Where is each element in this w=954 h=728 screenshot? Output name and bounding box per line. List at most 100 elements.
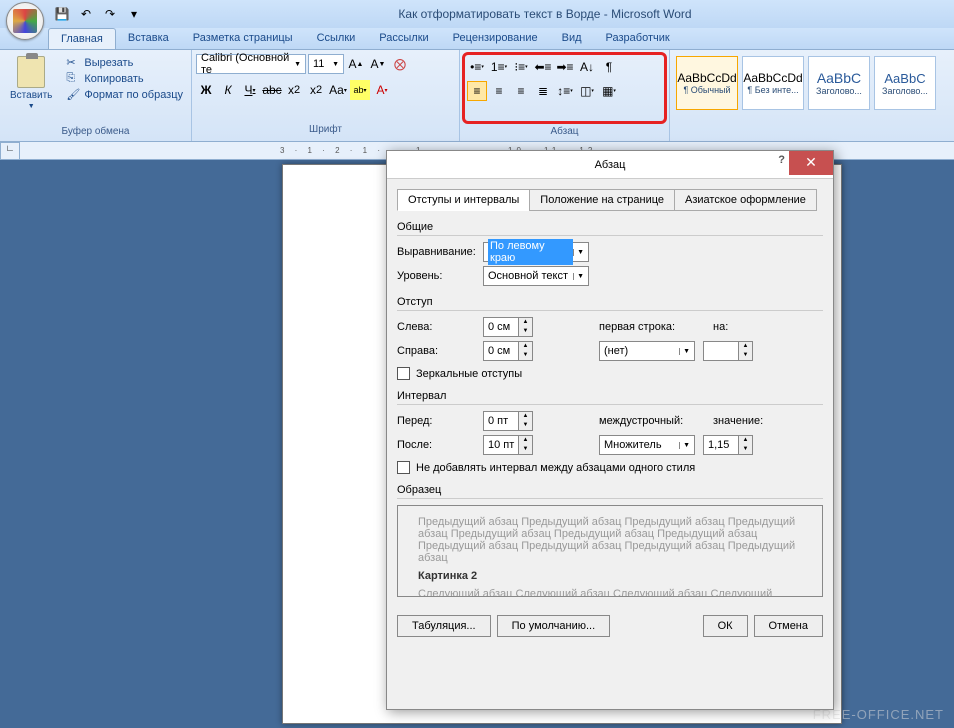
spin-buttons[interactable]: ▲▼ [518,342,532,360]
align-center-button[interactable]: ≡ [489,81,509,101]
font-name-combo[interactable]: Calibri (Основной те▼ [196,54,306,74]
ribbon: Вставить ▼ ✂Вырезать ⎘Копировать 🖌Формат… [0,50,954,142]
office-button[interactable] [6,2,44,40]
style-nospace[interactable]: AaBbCcDd¶ Без инте... [742,56,804,110]
spin-buttons[interactable]: ▲▼ [738,436,752,454]
space-before-spin[interactable]: 0 пт▲▼ [483,411,533,431]
tabs-button[interactable]: Табуляция... [397,615,491,637]
spin-buttons[interactable]: ▲▼ [738,342,752,360]
group-clipboard: Вставить ▼ ✂Вырезать ⎘Копировать 🖌Формат… [0,50,192,141]
strike-button[interactable]: abc [262,80,282,100]
group-paragraph-label: Абзац [462,124,667,139]
tab-pagelayout[interactable]: Разметка страницы [181,28,305,49]
chevron-down-icon: ▼ [679,442,690,449]
sort-button[interactable]: A↓ [577,57,597,77]
cancel-button[interactable]: Отмена [754,615,823,637]
label-indent-right: Справа: [397,345,475,357]
outline-level-select[interactable]: Основной текст▼ [483,266,589,286]
inc-indent-button[interactable]: ➡≡ [555,57,575,77]
shrink-font-button[interactable]: A▼ [368,54,388,74]
undo-icon[interactable]: ↶ [78,6,94,22]
dec-indent-button[interactable]: ⬅≡ [533,57,553,77]
change-case-button[interactable]: Aa▾ [328,80,348,100]
first-line-by-spin[interactable]: ▲▼ [703,341,753,361]
multilevel-button[interactable]: ⁝≡▾ [511,57,531,77]
chevron-down-icon: ▼ [332,61,339,68]
section-preview: Образец [397,484,823,499]
style-heading2[interactable]: AaBbCЗаголово... [874,56,936,110]
clear-format-button[interactable]: ⨂ [390,54,410,74]
group-font: Calibri (Основной те▼ 11▼ A▲ A▼ ⨂ Ж К Ч▾… [192,50,460,141]
shading-button[interactable]: ◫▾ [577,81,597,101]
ok-button[interactable]: ОК [703,615,748,637]
line-spacing-at-spin[interactable]: 1,15▲▼ [703,435,753,455]
bullets-button[interactable]: •≡▾ [467,57,487,77]
preview-box: Предыдущий абзац Предыдущий абзац Предыд… [397,505,823,597]
font-color-button[interactable]: A▾ [372,80,392,100]
paste-button[interactable]: Вставить ▼ [2,52,60,114]
highlight-button[interactable]: ab▾ [350,80,370,100]
align-left-button[interactable]: ≡ [467,81,487,101]
spin-buttons[interactable]: ▲▼ [518,318,532,336]
tab-references[interactable]: Ссылки [305,28,368,49]
group-clipboard-label: Буфер обмена [2,124,189,139]
indent-right-spin[interactable]: 0 см▲▼ [483,341,533,361]
indent-left-spin[interactable]: 0 см▲▼ [483,317,533,337]
dialog-close-button[interactable]: ✕ [789,151,833,175]
space-after-spin[interactable]: 10 пт▲▼ [483,435,533,455]
tab-developer[interactable]: Разработчик [594,28,682,49]
style-heading1[interactable]: AaBbCЗаголово... [808,56,870,110]
title-bar: 💾 ↶ ↷ ▾ Как отформатировать текст в Ворд… [0,0,954,28]
line-spacing-select[interactable]: Множитель▼ [599,435,695,455]
label-alignment: Выравнивание: [397,246,475,258]
paste-icon [17,56,45,88]
mirror-indents-checkbox[interactable] [397,367,410,380]
spin-buttons[interactable]: ▲▼ [518,412,532,430]
cut-button[interactable]: ✂Вырезать [66,56,183,70]
scissors-icon: ✂ [66,56,80,70]
grow-font-button[interactable]: A▲ [346,54,366,74]
first-line-select[interactable]: (нет)▼ [599,341,695,361]
label-at: значение: [713,415,768,427]
section-indent: Отступ [397,296,823,311]
dialog-title-bar[interactable]: Абзац ? ✕ [387,151,833,179]
no-space-same-style-checkbox[interactable] [397,461,410,474]
ruler-corner[interactable]: ∟ [0,142,20,160]
redo-icon[interactable]: ↷ [102,6,118,22]
spin-buttons[interactable]: ▲▼ [518,436,532,454]
numbering-button[interactable]: 1≡▾ [489,57,509,77]
italic-button[interactable]: К [218,80,238,100]
tab-home[interactable]: Главная [48,28,116,49]
ribbon-tabs: Главная Вставка Разметка страницы Ссылки… [0,28,954,50]
dialog-tab-position[interactable]: Положение на странице [529,189,675,211]
qat-dropdown-icon[interactable]: ▾ [126,6,142,22]
style-normal[interactable]: AaBbCcDd¶ Обычный [676,56,738,110]
line-spacing-button[interactable]: ↕≡▾ [555,81,575,101]
group-styles: AaBbCcDd¶ Обычный AaBbCcDd¶ Без инте... … [670,50,954,141]
font-size-combo[interactable]: 11▼ [308,54,344,74]
underline-button[interactable]: Ч▾ [240,80,260,100]
superscript-button[interactable]: x2 [306,80,326,100]
justify-button[interactable]: ≣ [533,81,553,101]
tab-mailings[interactable]: Рассылки [367,28,440,49]
dialog-help-button[interactable]: ? [778,154,785,166]
chevron-down-icon: ▼ [28,103,35,110]
default-button[interactable]: По умолчанию... [497,615,611,637]
label-by: на: [713,321,753,333]
tab-review[interactable]: Рецензирование [441,28,550,49]
section-spacing: Интервал [397,390,823,405]
borders-button[interactable]: ▦▾ [599,81,619,101]
tab-view[interactable]: Вид [550,28,594,49]
show-marks-button[interactable]: ¶ [599,57,619,77]
tab-insert[interactable]: Вставка [116,28,181,49]
bold-button[interactable]: Ж [196,80,216,100]
align-right-button[interactable]: ≡ [511,81,531,101]
alignment-select[interactable]: По левому краю▼ [483,242,589,262]
save-icon[interactable]: 💾 [54,6,70,22]
window-title: Как отформатировать текст в Ворде - Micr… [142,7,948,21]
copy-button[interactable]: ⎘Копировать [66,72,183,86]
format-painter-button[interactable]: 🖌Формат по образцу [66,88,183,102]
dialog-tab-asian[interactable]: Азиатское оформление [674,189,817,211]
dialog-tab-indents[interactable]: Отступы и интервалы [397,189,530,211]
subscript-button[interactable]: x2 [284,80,304,100]
